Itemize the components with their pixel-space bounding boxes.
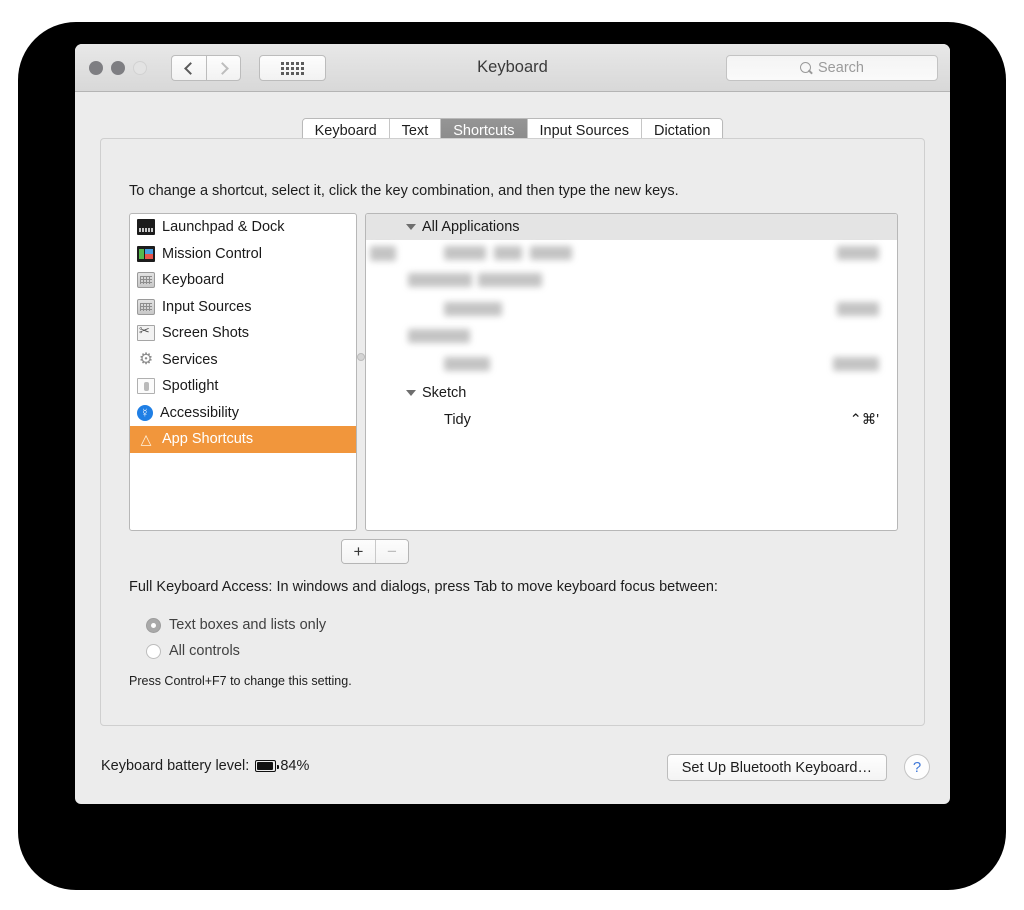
mission-control-icon <box>137 245 155 262</box>
disclosure-triangle-icon[interactable] <box>406 224 416 230</box>
redacted-label <box>494 246 522 260</box>
gear-icon: ⚙ <box>138 350 154 368</box>
sidebar-item-app-shortcuts[interactable]: △ App Shortcuts <box>130 426 356 453</box>
sidebar-item-input-sources[interactable]: Input Sources <box>130 294 356 321</box>
sidebar-item-keyboard[interactable]: Keyboard <box>130 267 356 294</box>
search-placeholder: Search <box>818 60 864 76</box>
shortcuts-panel: To change a shortcut, select it, click t… <box>100 138 925 726</box>
sidebar-item-label: App Shortcuts <box>162 431 254 448</box>
radio-icon[interactable] <box>146 643 161 659</box>
sidebar-item-label: Screen Shots <box>162 325 250 342</box>
shortcut-list[interactable]: All Applications Sketch Tidy ⌃⌘' <box>365 213 898 531</box>
redacted-label <box>408 329 470 343</box>
screenshot-icon <box>137 323 155 342</box>
redacted-label <box>530 246 572 260</box>
radio-label: All controls <box>169 643 240 659</box>
redacted-checkbox <box>370 246 396 261</box>
table-row[interactable] <box>366 240 897 268</box>
shortcut-name: Tidy <box>444 412 471 428</box>
radio-text-boxes-and-lists-only[interactable]: Text boxes and lists only <box>146 617 326 633</box>
category-list[interactable]: Launchpad & Dock Mission Control Keyboar… <box>129 213 357 531</box>
battery-icon <box>255 760 280 772</box>
sidebar-item-accessibility[interactable]: ☿ Accessibility <box>130 400 356 427</box>
spotlight-icon <box>137 378 155 395</box>
group-label: All Applications <box>422 219 520 235</box>
accessibility-icon: ☿ <box>137 404 153 421</box>
redacted-label <box>478 273 542 287</box>
sidebar-item-label: Spotlight <box>162 378 219 395</box>
help-button[interactable]: ? <box>904 754 930 780</box>
redacted-label <box>408 273 472 287</box>
table-row[interactable]: Tidy ⌃⌘' <box>366 406 897 434</box>
table-row[interactable] <box>366 324 897 352</box>
add-button[interactable]: + <box>342 540 375 563</box>
list-edit-buttons: + − <box>341 539 409 564</box>
table-row[interactable] <box>366 296 897 324</box>
full-keyboard-access-hint: Press Control+F7 to change this setting. <box>129 674 352 688</box>
full-keyboard-access-label: Full Keyboard Access: In windows and dia… <box>129 579 718 595</box>
sidebar-item-screen-shots[interactable]: Screen Shots <box>130 320 356 347</box>
sidebar-item-label: Keyboard <box>162 272 225 289</box>
sidebar-item-mission-control[interactable]: Mission Control <box>130 241 356 268</box>
shortcut-keys[interactable]: ⌃⌘' <box>850 412 879 428</box>
sidebar-item-spotlight[interactable]: Spotlight <box>130 373 356 400</box>
sidebar-item-services[interactable]: ⚙ Services <box>130 347 356 374</box>
redacted-label <box>444 246 486 260</box>
disclosure-triangle-icon[interactable] <box>406 390 416 396</box>
group-label: Sketch <box>422 385 467 401</box>
redacted-label <box>444 357 490 371</box>
radio-all-controls[interactable]: All controls <box>146 643 240 659</box>
window-titlebar: Keyboard Search <box>75 44 950 92</box>
sidebar-item-launchpad-dock[interactable]: Launchpad & Dock <box>130 214 356 241</box>
instruction-text: To change a shortcut, select it, click t… <box>129 183 679 199</box>
battery-label-text: Keyboard battery level: <box>101 758 250 774</box>
sidebar-item-label: Input Sources <box>162 298 252 315</box>
sidebar-item-label: Accessibility <box>160 404 239 421</box>
search-icon <box>800 62 812 74</box>
table-row[interactable] <box>366 268 897 296</box>
radio-icon[interactable] <box>146 617 161 633</box>
divider-handle[interactable] <box>357 353 365 361</box>
system-preferences-window: Keyboard Search Keyboard Text Shortcuts … <box>75 44 950 804</box>
sidebar-item-label: Services <box>162 351 218 368</box>
search-input[interactable]: Search <box>726 55 938 81</box>
dock-icon <box>137 219 155 236</box>
sidebar-item-label: Launchpad & Dock <box>162 219 285 236</box>
battery-status: Keyboard battery level: 84% <box>101 758 309 774</box>
redacted-shortcut <box>837 302 879 316</box>
sidebar-item-label: Mission Control <box>162 245 262 262</box>
radio-label: Text boxes and lists only <box>169 617 327 633</box>
redacted-shortcut <box>837 246 879 260</box>
split-pane-divider[interactable] <box>357 213 365 531</box>
keyboard-icon <box>137 298 155 315</box>
remove-button: − <box>375 540 408 563</box>
redacted-label <box>444 302 502 316</box>
bottom-bar: Keyboard battery level: 84% Set Up Bluet… <box>75 744 950 804</box>
table-row[interactable] <box>366 352 897 380</box>
redacted-shortcut <box>833 357 879 371</box>
battery-percent: 84% <box>280 758 310 774</box>
set-up-bluetooth-keyboard-button[interactable]: Set Up Bluetooth Keyboard… <box>666 754 887 781</box>
keyboard-icon <box>137 272 155 289</box>
group-header-sketch[interactable]: Sketch <box>366 380 897 406</box>
group-header-all-applications[interactable]: All Applications <box>366 214 897 240</box>
app-shortcuts-icon: △ <box>140 431 152 448</box>
